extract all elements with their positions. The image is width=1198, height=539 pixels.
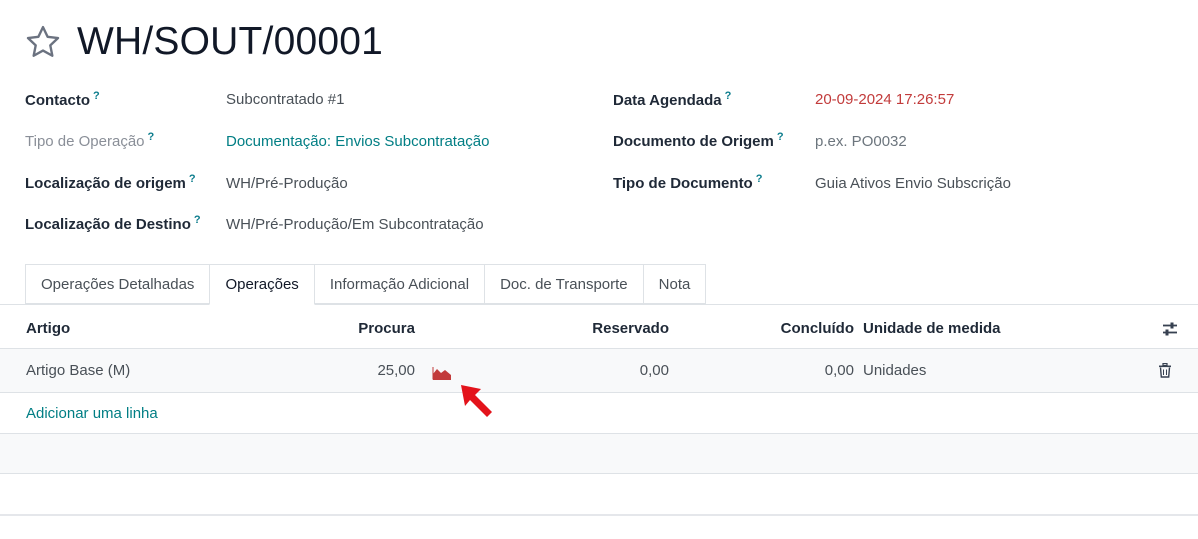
field-label-localizacao-destino: Localização de Destino? bbox=[25, 214, 201, 233]
forecast-area-chart-icon[interactable] bbox=[432, 365, 452, 381]
table-bottom-border bbox=[0, 514, 1198, 516]
annotation-arrow-icon bbox=[461, 385, 492, 417]
tab-operacoes[interactable]: Operações bbox=[209, 264, 315, 305]
help-icon[interactable]: ? bbox=[189, 173, 196, 185]
cell-artigo[interactable]: Artigo Base (M) bbox=[26, 362, 130, 379]
optional-columns-sliders-icon[interactable] bbox=[1161, 320, 1179, 338]
row-divider bbox=[0, 473, 1198, 474]
help-icon[interactable]: ? bbox=[777, 131, 784, 143]
tab-doc-transporte[interactable]: Doc. de Transporte bbox=[484, 264, 643, 304]
field-data-agendada[interactable]: 20-09-2024 17:26:57 bbox=[815, 91, 954, 108]
field-label-documento-origem: Documento de Origem? bbox=[613, 131, 784, 150]
help-icon[interactable]: ? bbox=[756, 173, 763, 185]
help-icon[interactable]: ? bbox=[725, 90, 732, 102]
cell-reservado[interactable]: 0,00 bbox=[540, 362, 669, 379]
field-label-localizacao-origem: Localização de origem? bbox=[25, 173, 196, 192]
tab-informacao-adicional[interactable]: Informação Adicional bbox=[314, 264, 485, 304]
add-line-link[interactable]: Adicionar uma linha bbox=[26, 405, 158, 422]
tab-operacoes-detalhadas[interactable]: Operações Detalhadas bbox=[25, 264, 210, 304]
column-header-concluido[interactable]: Concluído bbox=[740, 320, 854, 337]
column-header-reservado[interactable]: Reservado bbox=[540, 320, 669, 337]
field-contacto[interactable]: Subcontratado #1 bbox=[226, 91, 344, 108]
field-documento-origem[interactable]: p.ex. PO0032 bbox=[815, 133, 907, 150]
field-localizacao-destino[interactable]: WH/Pré-Produção/Em Subcontratação bbox=[226, 216, 484, 233]
record-header: WH/SOUT/00001 bbox=[24, 18, 383, 66]
delete-row-trash-icon[interactable] bbox=[1158, 363, 1172, 378]
cell-procura[interactable]: 25,00 bbox=[300, 362, 415, 379]
help-icon[interactable]: ? bbox=[148, 131, 155, 143]
help-icon[interactable]: ? bbox=[194, 214, 201, 226]
help-icon[interactable]: ? bbox=[93, 90, 100, 102]
field-label-contacto: Contacto? bbox=[25, 90, 100, 109]
row-divider bbox=[0, 392, 1198, 393]
empty-row bbox=[0, 434, 1198, 473]
field-tipo-documento[interactable]: Guia Ativos Envio Subscrição bbox=[815, 175, 1011, 192]
field-label-tipo-documento: Tipo de Documento? bbox=[613, 173, 763, 192]
cell-concluido[interactable]: 0,00 bbox=[740, 362, 854, 379]
column-header-artigo[interactable]: Artigo bbox=[26, 320, 70, 337]
favorite-star-icon[interactable] bbox=[24, 23, 62, 61]
field-label-tipo-operacao: Tipo de Operação? bbox=[25, 131, 155, 150]
notebook-tabs: Operações Detalhadas Operações Informaçã… bbox=[25, 264, 707, 305]
record-title: WH/SOUT/00001 bbox=[77, 20, 384, 63]
field-localizacao-origem[interactable]: WH/Pré-Produção bbox=[226, 175, 348, 192]
tab-nota[interactable]: Nota bbox=[642, 264, 707, 304]
field-tipo-operacao[interactable]: Documentação: Envios Subcontratação bbox=[226, 133, 490, 150]
field-label-data-agendada: Data Agendada? bbox=[613, 90, 732, 109]
cell-unidade[interactable]: Unidades bbox=[863, 362, 926, 379]
column-header-procura[interactable]: Procura bbox=[300, 320, 415, 337]
column-header-unidade[interactable]: Unidade de medida bbox=[863, 320, 1001, 337]
